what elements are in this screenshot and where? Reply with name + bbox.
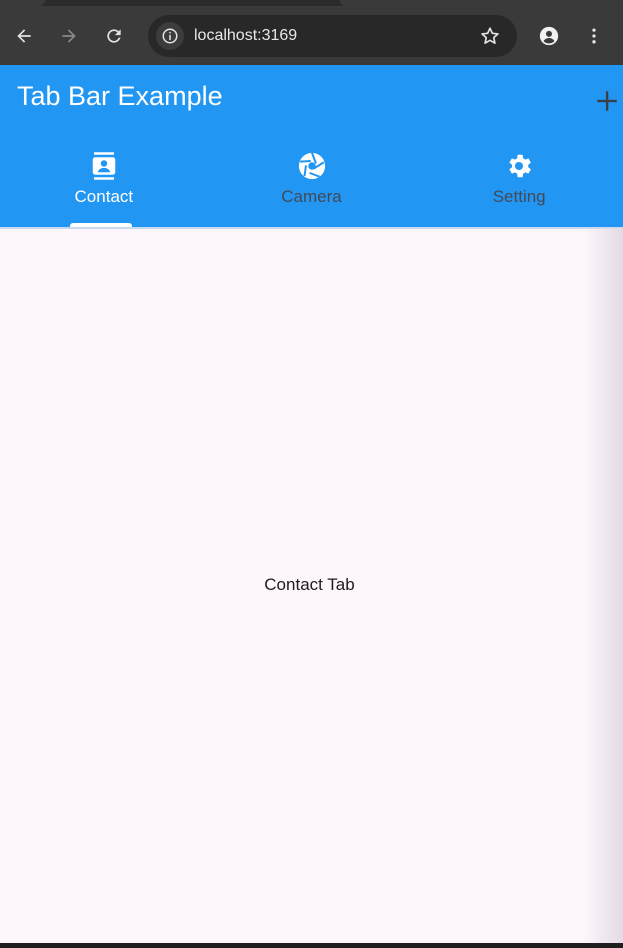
profile-icon (539, 26, 559, 46)
tab-content-text: Contact Tab (264, 575, 355, 594)
back-button[interactable] (9, 21, 39, 51)
tab-setting[interactable]: Setting (415, 145, 623, 227)
arrow-left-icon (17, 29, 31, 43)
tab-bar: Contact Camera Setting (0, 145, 623, 227)
tab-label: Contact (74, 187, 134, 206)
forward-button[interactable] (54, 21, 84, 51)
reload-icon (107, 29, 121, 43)
tab-label: Camera (281, 187, 342, 206)
plus-icon (597, 91, 617, 111)
add-button[interactable] (593, 87, 621, 115)
page-title: Tab Bar Example (17, 81, 223, 111)
arrow-right-icon (62, 29, 76, 43)
app-bar: Tab Bar Example Contact Camera Setting (0, 65, 623, 227)
app-viewport: Tab Bar Example Contact Camera Setting C… (0, 65, 623, 943)
window-bottom-edge (0, 943, 623, 948)
address-bar[interactable]: localhost:3169 (148, 15, 517, 57)
star-icon[interactable] (479, 25, 501, 47)
info-icon (162, 28, 178, 44)
browser-toolbar: localhost:3169 (0, 6, 623, 65)
site-info-button[interactable] (156, 22, 184, 50)
tab-divider (0, 227, 623, 229)
contact-icon (89, 151, 119, 181)
browser-window: localhost:3169 Tab Bar Example Contact C… (0, 0, 623, 948)
tab-camera[interactable]: Camera (208, 145, 416, 227)
profile-button[interactable] (534, 21, 564, 51)
settings-icon (504, 151, 534, 181)
tab-label: Setting (492, 187, 546, 206)
reload-button[interactable] (99, 21, 129, 51)
tab-contact[interactable]: Contact (0, 145, 208, 227)
camera-icon (297, 151, 327, 181)
url-text[interactable]: localhost:3169 (194, 15, 297, 57)
browser-menu-button[interactable] (579, 21, 609, 51)
kebab-menu-icon (592, 28, 596, 44)
